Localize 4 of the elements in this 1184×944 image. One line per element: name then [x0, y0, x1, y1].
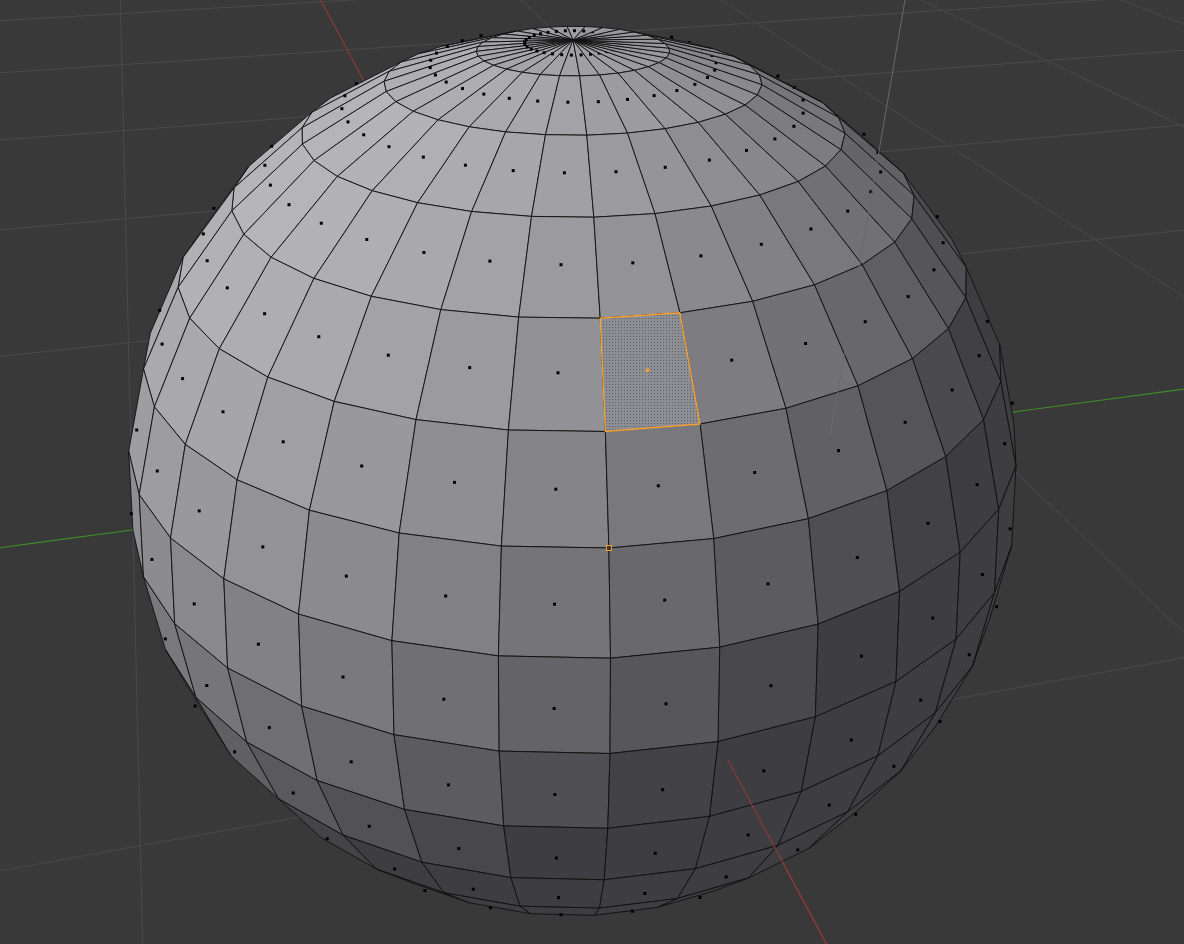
selected-face[interactable]	[599, 312, 701, 433]
sphere-mesh-drawing[interactable]	[128, 25, 1017, 917]
face-center-dot	[645, 368, 650, 373]
selected-vertex[interactable]	[605, 545, 612, 551]
